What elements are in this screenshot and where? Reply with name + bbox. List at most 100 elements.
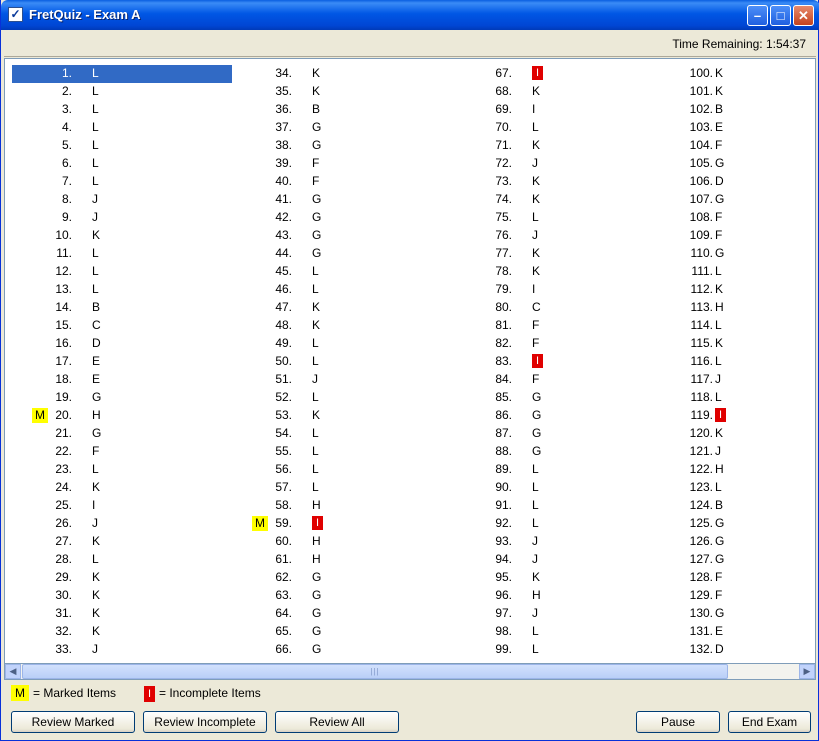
- answer-row[interactable]: M 59. I: [232, 514, 452, 532]
- answer-row[interactable]: 12. L: [12, 262, 232, 280]
- answer-row[interactable]: 125. G: [672, 514, 815, 532]
- answer-row[interactable]: 68. K: [452, 82, 672, 100]
- horizontal-scrollbar[interactable]: ◀ ||| ▶: [4, 664, 816, 680]
- answer-row[interactable]: 6. L: [12, 154, 232, 172]
- review-all-button[interactable]: Review All: [275, 711, 399, 733]
- answer-row[interactable]: 23. L: [12, 460, 232, 478]
- answer-row[interactable]: 113. H: [672, 298, 815, 316]
- answer-row[interactable]: 11. L: [12, 244, 232, 262]
- answer-row[interactable]: 74. K: [452, 190, 672, 208]
- answer-row[interactable]: 83. I: [452, 352, 672, 370]
- answer-row[interactable]: 99. L: [452, 640, 672, 658]
- answer-row[interactable]: 66. G: [232, 640, 452, 658]
- scroll-thumb[interactable]: |||: [22, 664, 728, 679]
- answer-row[interactable]: 35. K: [232, 82, 452, 100]
- answer-row[interactable]: 22. F: [12, 442, 232, 460]
- answer-row[interactable]: 30. K: [12, 586, 232, 604]
- answer-row[interactable]: 80. C: [452, 298, 672, 316]
- answer-row[interactable]: 57. L: [232, 478, 452, 496]
- answer-row[interactable]: 127. G: [672, 550, 815, 568]
- answer-row[interactable]: 51. J: [232, 370, 452, 388]
- answer-row[interactable]: 60. H: [232, 532, 452, 550]
- answer-row[interactable]: 29. K: [12, 568, 232, 586]
- answer-row[interactable]: 81. F: [452, 316, 672, 334]
- answer-row[interactable]: 115. K: [672, 334, 815, 352]
- answer-row[interactable]: 108. F: [672, 208, 815, 226]
- answer-row[interactable]: 58. H: [232, 496, 452, 514]
- answer-row[interactable]: 98. L: [452, 622, 672, 640]
- answer-row[interactable]: 42. G: [232, 208, 452, 226]
- answer-row[interactable]: 8. J: [12, 190, 232, 208]
- answer-row[interactable]: 95. K: [452, 568, 672, 586]
- answer-row[interactable]: 65. G: [232, 622, 452, 640]
- answer-row[interactable]: 78. K: [452, 262, 672, 280]
- answer-row[interactable]: 70. L: [452, 118, 672, 136]
- title-bar[interactable]: ✓ FretQuiz - Exam A – □ ✕: [1, 0, 819, 30]
- answer-row[interactable]: 79. I: [452, 280, 672, 298]
- answer-row[interactable]: 62. G: [232, 568, 452, 586]
- answer-row[interactable]: 92. L: [452, 514, 672, 532]
- answer-row[interactable]: 53. K: [232, 406, 452, 424]
- answer-row[interactable]: 41. G: [232, 190, 452, 208]
- answer-row[interactable]: 9. J: [12, 208, 232, 226]
- answer-row[interactable]: 67. I: [452, 64, 672, 82]
- answer-row[interactable]: 19. G: [12, 388, 232, 406]
- answer-list[interactable]: 1. L 2. L 3. L 4. L 5. L 6. L 7. L 8. J 9. J 10. K 11. L 12. L 1…: [4, 58, 816, 664]
- answer-row[interactable]: M 20. H: [12, 406, 232, 424]
- answer-row[interactable]: 104. F: [672, 136, 815, 154]
- answer-row[interactable]: 86. G: [452, 406, 672, 424]
- scroll-left-arrow-icon[interactable]: ◀: [5, 664, 21, 679]
- answer-row[interactable]: 55. L: [232, 442, 452, 460]
- close-button[interactable]: ✕: [793, 5, 814, 26]
- answer-row[interactable]: 32. K: [12, 622, 232, 640]
- answer-row[interactable]: 82. F: [452, 334, 672, 352]
- answer-row[interactable]: 52. L: [232, 388, 452, 406]
- answer-row[interactable]: 27. K: [12, 532, 232, 550]
- answer-row[interactable]: 15. C: [12, 316, 232, 334]
- answer-row[interactable]: 45. L: [232, 262, 452, 280]
- answer-row[interactable]: 50. L: [232, 352, 452, 370]
- answer-row[interactable]: 3. L: [12, 100, 232, 118]
- answer-row[interactable]: 111. L: [672, 262, 815, 280]
- answer-row[interactable]: 14. B: [12, 298, 232, 316]
- answer-row[interactable]: 39. F: [232, 154, 452, 172]
- answer-row[interactable]: 121. J: [672, 442, 815, 460]
- answer-row[interactable]: 31. K: [12, 604, 232, 622]
- answer-row[interactable]: 130. G: [672, 604, 815, 622]
- answer-row[interactable]: 76. J: [452, 226, 672, 244]
- answer-row[interactable]: 107. G: [672, 190, 815, 208]
- maximize-button[interactable]: □: [770, 5, 791, 26]
- answer-row[interactable]: 129. F: [672, 586, 815, 604]
- answer-row[interactable]: 28. L: [12, 550, 232, 568]
- answer-row[interactable]: 101. K: [672, 82, 815, 100]
- answer-row[interactable]: 25. I: [12, 496, 232, 514]
- answer-row[interactable]: 131. E: [672, 622, 815, 640]
- end-exam-button[interactable]: End Exam: [728, 711, 811, 733]
- answer-row[interactable]: 93. J: [452, 532, 672, 550]
- answer-row[interactable]: 126. G: [672, 532, 815, 550]
- answer-row[interactable]: 18. E: [12, 370, 232, 388]
- answer-row[interactable]: 110. G: [672, 244, 815, 262]
- answer-row[interactable]: 48. K: [232, 316, 452, 334]
- answer-row[interactable]: 85. G: [452, 388, 672, 406]
- answer-row[interactable]: 102. B: [672, 100, 815, 118]
- answer-row[interactable]: 40. F: [232, 172, 452, 190]
- answer-row[interactable]: 10. K: [12, 226, 232, 244]
- scroll-right-arrow-icon[interactable]: ▶: [799, 664, 815, 679]
- answer-row[interactable]: 36. B: [232, 100, 452, 118]
- answer-row[interactable]: 5. L: [12, 136, 232, 154]
- answer-row[interactable]: 72. J: [452, 154, 672, 172]
- answer-row[interactable]: 44. G: [232, 244, 452, 262]
- answer-row[interactable]: 43. G: [232, 226, 452, 244]
- answer-row[interactable]: 114. L: [672, 316, 815, 334]
- review-marked-button[interactable]: Review Marked: [11, 711, 135, 733]
- answer-row[interactable]: 4. L: [12, 118, 232, 136]
- answer-row[interactable]: 112. K: [672, 280, 815, 298]
- answer-row[interactable]: 97. J: [452, 604, 672, 622]
- answer-row[interactable]: 123. L: [672, 478, 815, 496]
- answer-row[interactable]: 119. I: [672, 406, 815, 424]
- answer-row[interactable]: 16. D: [12, 334, 232, 352]
- answer-row[interactable]: 17. E: [12, 352, 232, 370]
- answer-row[interactable]: 116. L: [672, 352, 815, 370]
- answer-row[interactable]: 106. D: [672, 172, 815, 190]
